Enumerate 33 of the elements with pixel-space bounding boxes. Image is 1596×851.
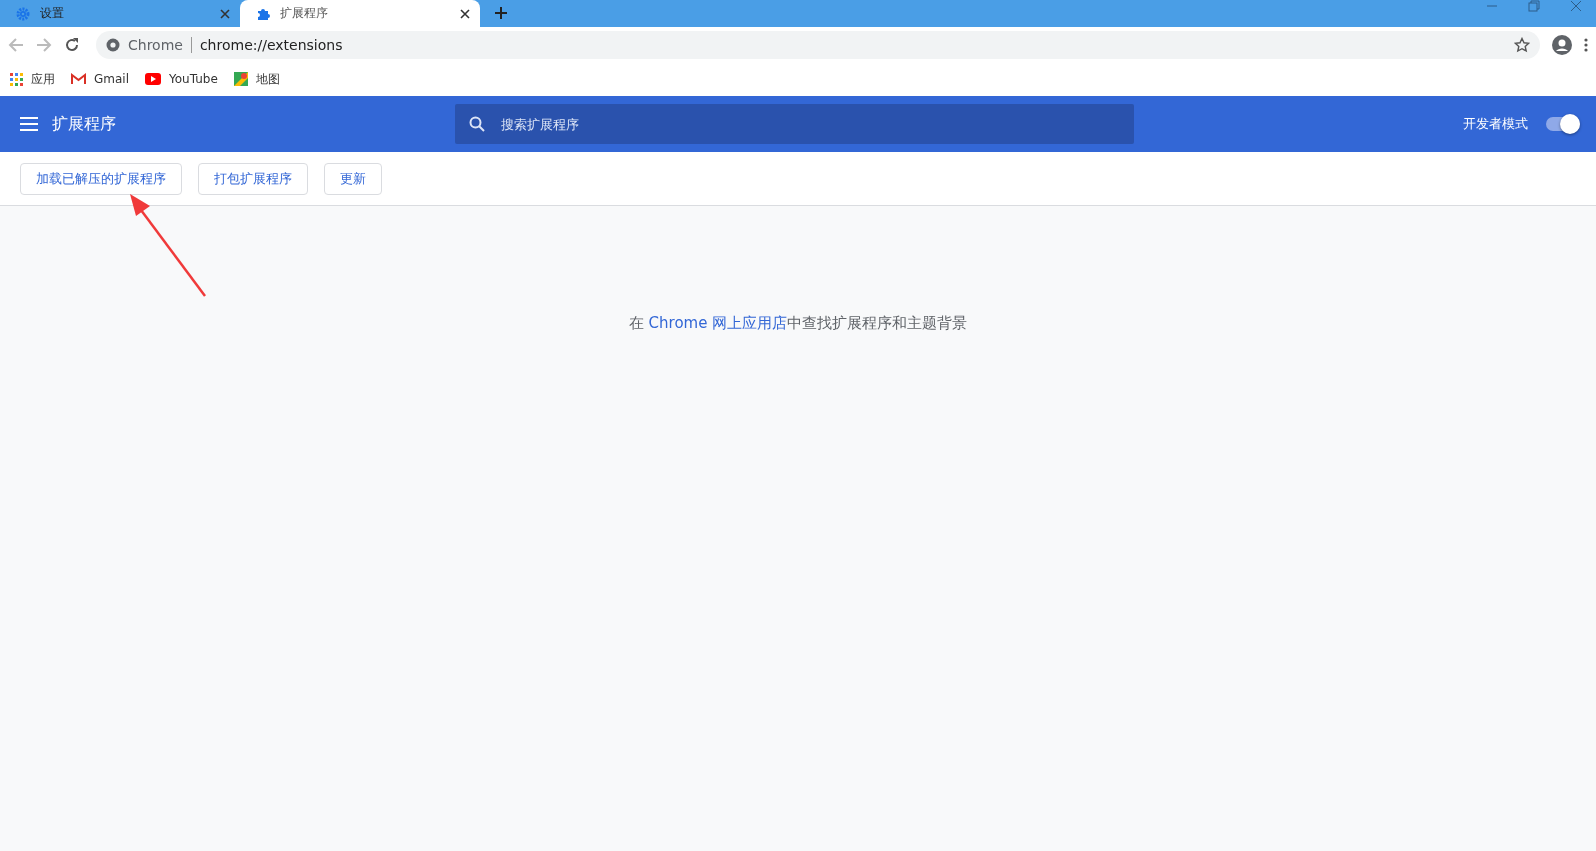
- site-label: Chrome: [128, 36, 183, 53]
- apps-grid-icon: [10, 72, 23, 86]
- browser-tab[interactable]: 设置: [0, 0, 240, 27]
- puzzle-icon: [256, 6, 270, 21]
- action-button[interactable]: 加载已解压的扩展程序: [20, 162, 182, 195]
- map-pin-icon: [233, 72, 248, 86]
- star-icon[interactable]: [1514, 36, 1530, 53]
- menu-icon[interactable]: [20, 117, 38, 131]
- search-icon: [469, 116, 485, 132]
- search-field[interactable]: 搜索扩展程序: [455, 104, 1134, 144]
- bookmark-item[interactable]: 地图: [233, 70, 280, 88]
- page-title: 扩展程序: [52, 113, 117, 135]
- bookmark-item[interactable]: YouTube: [145, 72, 218, 86]
- chrome-logo-icon: [106, 37, 120, 52]
- address-bar[interactable]: Chrome chrome://extensions: [96, 30, 1540, 59]
- action-button[interactable]: 打包扩展程序: [198, 162, 308, 195]
- empty-state-message: 在 Chrome 网上应用店中查找扩展程序和主题背景: [628, 314, 968, 334]
- developer-mode-label: 开发者模式: [1463, 115, 1528, 133]
- plus-icon[interactable]: [494, 6, 508, 20]
- bookmark-item[interactable]: Gmail: [71, 72, 129, 86]
- web-store-link[interactable]: Chrome 网上应用店: [648, 314, 788, 332]
- bookmark-item[interactable]: 应用: [10, 70, 55, 88]
- menu-dots-icon[interactable]: [1584, 37, 1588, 52]
- browser-tab[interactable]: 扩展程序: [240, 0, 480, 27]
- url-text: chrome://extensions: [199, 36, 344, 53]
- reload-icon[interactable]: [64, 36, 80, 53]
- gear-icon: [16, 6, 30, 21]
- developer-mode-toggle[interactable]: [1546, 117, 1580, 131]
- close-icon[interactable]: [460, 8, 470, 19]
- action-button[interactable]: 更新: [324, 162, 382, 195]
- profile-avatar-icon[interactable]: [1552, 34, 1572, 55]
- mail-m-icon: [71, 73, 86, 85]
- play-icon: [145, 73, 161, 85]
